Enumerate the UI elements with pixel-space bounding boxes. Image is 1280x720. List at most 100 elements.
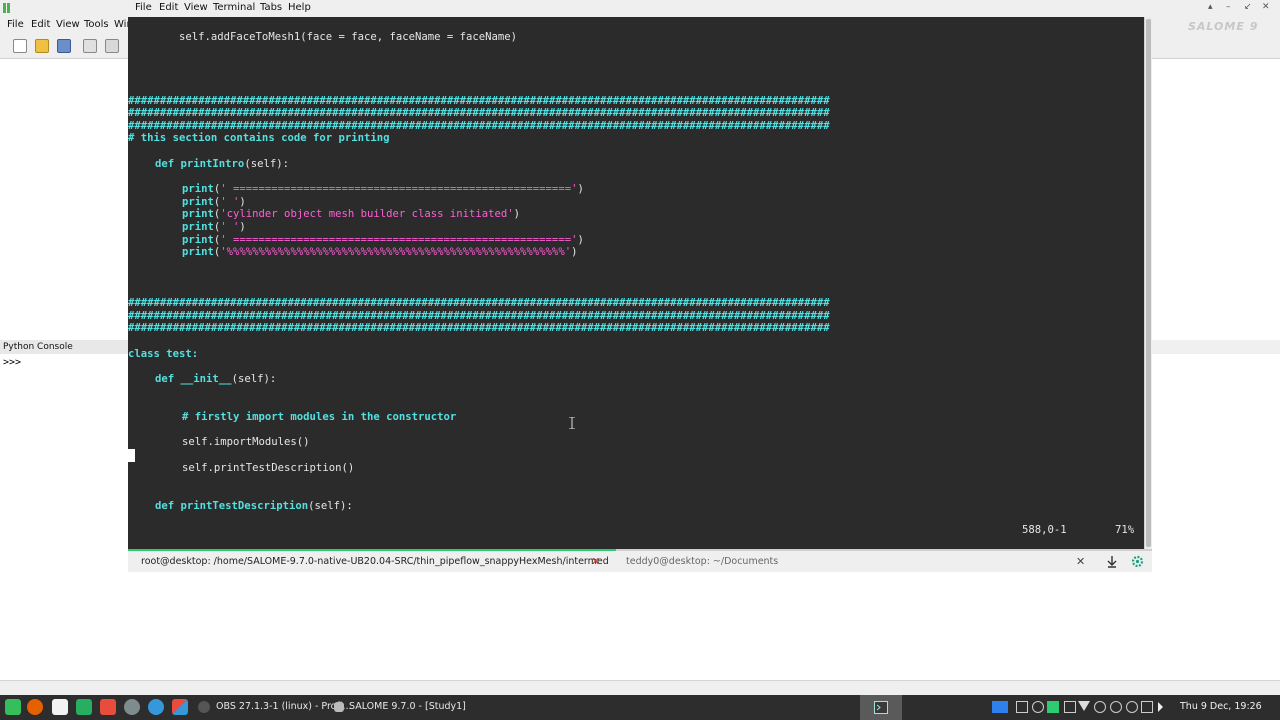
close-tab-icon[interactable]: ✕ [591, 551, 600, 572]
salome-menu-view[interactable]: View [56, 19, 80, 30]
menu-terminal[interactable]: Terminal [213, 2, 255, 13]
salome-menu-file[interactable]: File [7, 19, 24, 30]
screen-icon[interactable] [992, 701, 1008, 713]
firefox-icon[interactable] [27, 699, 43, 715]
function-name: printIntro [180, 158, 245, 170]
menu-view[interactable]: View [184, 2, 208, 13]
taskbar-active-terminal[interactable] [860, 695, 902, 720]
menu-edit[interactable]: Edit [159, 2, 178, 13]
string-literal: ' ' [220, 196, 240, 208]
salome-statusbar [0, 680, 1280, 695]
menu-tabs[interactable]: Tabs [260, 2, 282, 13]
update-icon[interactable] [1047, 701, 1059, 713]
app-menu-icon[interactable] [3, 3, 13, 13]
class-name: test: [166, 348, 199, 360]
taskbar-salome[interactable]: SALOME 9.7.0 - [Study1] [349, 701, 466, 712]
python-console[interactable]: >>> [0, 354, 128, 680]
volume-icon[interactable] [1158, 702, 1163, 712]
power-icon[interactable] [1126, 701, 1138, 713]
salome-right-bottom-panel [1152, 354, 1280, 680]
minimize-icon[interactable]: ▴ [1208, 2, 1213, 12]
app-grid-icon[interactable] [172, 699, 188, 715]
display-icon[interactable] [1141, 701, 1153, 713]
close-window-icon[interactable]: ✕ [1262, 2, 1270, 12]
link-icon[interactable] [1032, 701, 1044, 713]
clock[interactable]: Thu 9 Dec, 19:26 [1180, 701, 1262, 712]
gear-icon[interactable] [1131, 555, 1144, 568]
string-literal: 'cylinder object mesh builder class init… [220, 208, 514, 220]
code-line: self.printTestDescription() [182, 462, 355, 474]
close-icon[interactable]: ✕ [1076, 551, 1085, 572]
paren: ) [513, 208, 521, 220]
terminal-tray-icon[interactable] [1016, 701, 1028, 713]
object-browser-panel[interactable] [0, 58, 128, 340]
salome-menu-tools[interactable]: Tools [84, 19, 109, 30]
salome-toolbar [0, 34, 128, 58]
code-line: self.importModules() [182, 436, 310, 448]
browser-icon[interactable] [148, 699, 164, 715]
terminal-icon [874, 701, 888, 714]
code-line: ########################################… [128, 107, 830, 119]
terminal-menubar: File Edit View Terminal Tabs Help [128, 0, 1152, 17]
open-folder-icon[interactable] [35, 39, 49, 53]
network-icon[interactable] [1078, 701, 1090, 711]
minimize-alt-icon[interactable]: – [1226, 2, 1231, 12]
code-line: print('cylinder object mesh builder clas… [182, 208, 520, 221]
function-name: __init__ [180, 373, 232, 385]
code-args: (self): [244, 158, 289, 170]
terminal-view[interactable]: self.addFaceToMesh1(face = face, faceNam… [128, 17, 1144, 549]
spreadsheet-icon[interactable] [76, 699, 92, 715]
top-panel-right: ▴ – ↙ ✕ [1152, 0, 1280, 17]
salome-icon [334, 702, 344, 712]
builtin: print [182, 221, 214, 233]
terminal-tabbar: root@desktop: /home/SALOME-9.7.0-native-… [128, 551, 1152, 572]
menu-file[interactable]: File [135, 2, 152, 13]
cursor-position: 588,0-1 [1022, 524, 1067, 536]
steam-icon[interactable] [1110, 701, 1122, 713]
start-menu-icon[interactable] [5, 699, 21, 715]
bluetooth-icon[interactable] [1094, 701, 1106, 713]
builtin: print [182, 196, 214, 208]
text-editor-icon[interactable] [52, 699, 68, 715]
code-line: self.addFaceToMesh1(face = face, faceNam… [128, 31, 518, 43]
python-console-title: Python Console [0, 340, 128, 354]
ibeam-cursor-icon [569, 417, 575, 429]
save-icon[interactable] [57, 39, 71, 53]
function-name: printTestDescription [180, 500, 309, 512]
salome-menu-edit[interactable]: Edit [31, 19, 50, 30]
builtin: print [182, 183, 214, 195]
keyword: class [128, 348, 160, 360]
paren: ) [571, 246, 578, 258]
tab-label: root@desktop: /home/SALOME-9.7.0-native-… [141, 556, 608, 567]
tab-teddy0-documents[interactable]: teddy0@desktop: ~/Documents [614, 551, 814, 572]
settings-icon[interactable] [124, 699, 140, 715]
copy-icon[interactable] [83, 39, 97, 53]
tab-label: teddy0@desktop: ~/Documents [626, 556, 779, 567]
salome-right-panel [1152, 58, 1280, 340]
paste-icon[interactable] [105, 39, 119, 53]
terminal-scrollbar[interactable] [1144, 17, 1152, 549]
code-line: print(' ') [182, 221, 246, 234]
string-literal: '%%%%%%%%%%%%%%%%%%%%%%%%%%%%%%%%%%%%%%%… [220, 246, 572, 258]
paren: ) [577, 234, 584, 246]
code-line: # firstly import modules in the construc… [182, 411, 457, 423]
document-viewer-icon[interactable] [100, 699, 116, 715]
salome-viewer-area[interactable] [128, 572, 1152, 680]
taskbar-obs[interactable]: OBS 27.1.3-1 (linux) - Profi... [216, 701, 352, 712]
tab-root-desktop[interactable]: root@desktop: /home/SALOME-9.7.0-native-… [128, 551, 608, 572]
menu-help[interactable]: Help [288, 2, 311, 13]
code-line: class test: [128, 348, 198, 361]
code-line: ########################################… [128, 297, 830, 309]
code-args: (self): [231, 373, 277, 385]
scrollbar-thumb[interactable] [1146, 19, 1151, 547]
scroll-down-icon[interactable] [1106, 555, 1118, 568]
restore-icon[interactable]: ↙ [1244, 2, 1252, 12]
string-literal: ' ' [220, 221, 240, 233]
keyword: def [155, 158, 175, 170]
clipboard-icon[interactable] [1064, 701, 1076, 713]
paren: ) [577, 183, 584, 195]
code-line: def __init__(self): [155, 373, 276, 386]
new-file-icon[interactable] [13, 39, 27, 53]
top-panel-left [0, 0, 128, 17]
builtin: print [182, 246, 214, 258]
